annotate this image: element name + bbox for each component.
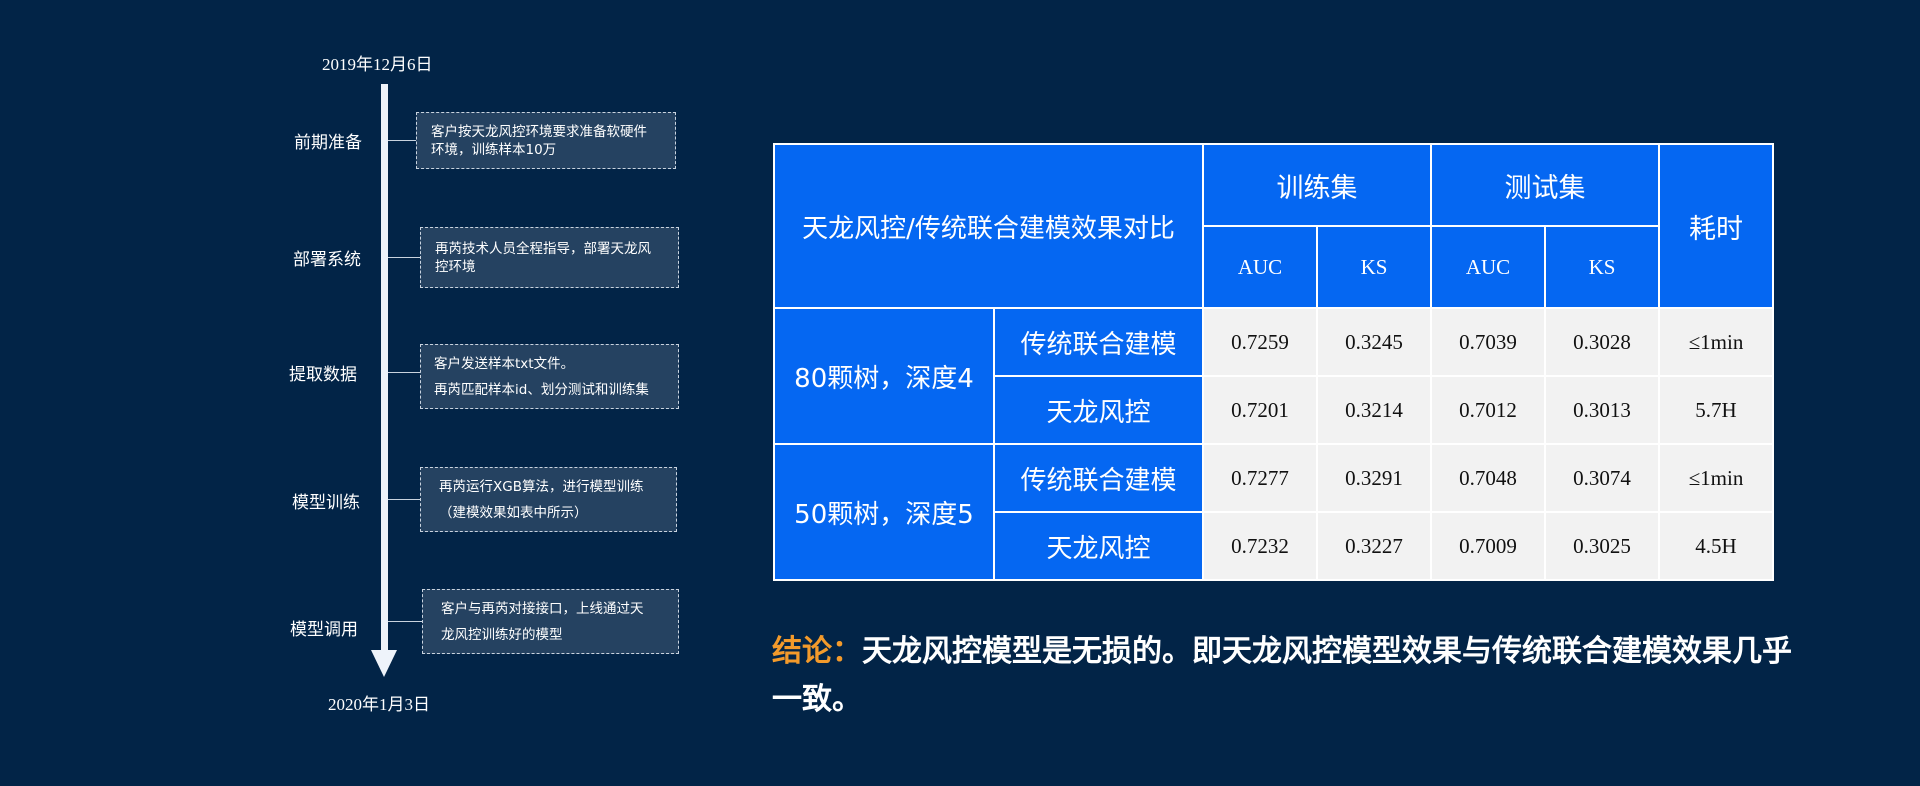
table-title: 天龙风控/传统联合建模效果对比	[772, 143, 1205, 309]
step-box-line: 客户发送样本txt文件。	[434, 355, 575, 372]
step-box-line: 再芮技术人员全程指导，部署天龙风	[435, 240, 651, 257]
table-row: 80颗树，深度4 传统联合建模 0.7259 0.3245 0.7039 0.3…	[773, 307, 1775, 445]
table-cell: 0.7232	[1202, 511, 1319, 581]
table-cell: 0.7009	[1430, 511, 1547, 581]
table-cell: 0.7201	[1202, 375, 1319, 445]
method-name: 天龙风控	[992, 511, 1205, 581]
table-cell: ≤1min	[1658, 307, 1775, 377]
timeline-step-box: 再芮运行XGB算法，进行模型训练 （建模效果如表中所示）	[420, 467, 677, 532]
table-cell: ≤1min	[1658, 443, 1775, 513]
table-cell: 5.7H	[1658, 375, 1775, 445]
table-cell: 0.3291	[1316, 443, 1433, 513]
timeline-end-date: 2020年1月3日	[328, 695, 430, 714]
table-cell: 0.3227	[1316, 511, 1433, 581]
conclusion: 结论：天龙风控模型是无损的。即天龙风控模型效果与传统联合建模效果几乎一致。	[772, 628, 1802, 724]
timeline-step-label: 提取数据	[289, 365, 357, 385]
train-set-header: 训练集	[1202, 143, 1433, 227]
timeline-step-label: 模型训练	[292, 493, 360, 513]
comparison-table: 天龙风控/传统联合建模效果对比 训练集 测试集 耗时 AUC KS AUC KS…	[772, 143, 1775, 581]
table-row: 50颗树，深度5 传统联合建模 0.7277 0.3291 0.7048 0.3…	[773, 443, 1775, 581]
table-cell: 4.5H	[1658, 511, 1775, 581]
table-cell: 0.3013	[1544, 375, 1661, 445]
metric-header: AUC	[1202, 225, 1319, 309]
step-box-line: 龙风控训练好的模型	[441, 626, 563, 643]
step-box-line: 客户按天龙风控环境要求准备软硬件	[431, 123, 647, 140]
time-cost-header: 耗时	[1658, 143, 1775, 309]
metric-header: KS	[1316, 225, 1433, 309]
timeline-step-label: 前期准备	[294, 133, 362, 153]
step-box-line: （建模效果如表中所示）	[439, 504, 588, 521]
step-box-line: 再芮运行XGB算法，进行模型训练	[439, 478, 644, 495]
table-header-row: 天龙风控/传统联合建模效果对比 训练集 测试集 耗时	[772, 143, 1775, 309]
step-box-line: 控环境	[435, 258, 476, 275]
timeline-connector	[388, 140, 416, 141]
table-cell: 0.3214	[1316, 375, 1433, 445]
metric-header: AUC	[1430, 225, 1547, 309]
timeline-connector	[388, 372, 420, 373]
timeline: 2019年12月6日 2020年1月3日 前期准备 客户按天龙风控环境要求准备软…	[0, 0, 720, 786]
group-name: 50颗树，深度5	[773, 443, 995, 581]
timeline-connector	[388, 499, 420, 500]
step-box-line: 环境，训练样本10万	[431, 141, 557, 158]
table-cell: 0.3028	[1544, 307, 1661, 377]
timeline-step-box: 再芮技术人员全程指导，部署天龙风 控环境	[420, 227, 679, 288]
table-cell: 0.7012	[1430, 375, 1547, 445]
timeline-axis	[381, 84, 388, 650]
table-cell: 0.7259	[1202, 307, 1319, 377]
metric-header: KS	[1544, 225, 1661, 309]
timeline-step-box: 客户发送样本txt文件。 再芮匹配样本id、划分测试和训练集	[420, 344, 679, 409]
method-name: 天龙风控	[992, 375, 1205, 445]
table-cell: 0.7039	[1430, 307, 1547, 377]
timeline-step-box: 客户按天龙风控环境要求准备软硬件 环境，训练样本10万	[416, 112, 676, 169]
group-name: 80颗树，深度4	[773, 307, 995, 445]
timeline-connector	[388, 257, 420, 258]
timeline-step-label: 部署系统	[293, 250, 361, 270]
timeline-arrow-icon	[371, 650, 397, 677]
test-set-header: 测试集	[1430, 143, 1661, 227]
conclusion-label: 结论：	[772, 634, 862, 669]
table-cell: 0.3245	[1316, 307, 1433, 377]
table-cell: 0.7048	[1430, 443, 1547, 513]
timeline-connector	[388, 621, 422, 622]
conclusion-text: 天龙风控模型是无损的。即天龙风控模型效果与传统联合建模效果几乎一致。	[772, 634, 1792, 717]
step-box-line: 再芮匹配样本id、划分测试和训练集	[434, 381, 649, 398]
timeline-step-box: 客户与再芮对接接口，上线通过天 龙风控训练好的模型	[422, 589, 679, 654]
step-box-line: 客户与再芮对接接口，上线通过天	[441, 600, 644, 617]
table-cell: 0.3025	[1544, 511, 1661, 581]
table-cell: 0.3074	[1544, 443, 1661, 513]
timeline-start-date: 2019年12月6日	[322, 55, 433, 74]
method-name: 传统联合建模	[992, 443, 1205, 513]
table-cell: 0.7277	[1202, 443, 1319, 513]
timeline-step-label: 模型调用	[290, 620, 358, 640]
method-name: 传统联合建模	[992, 307, 1205, 377]
